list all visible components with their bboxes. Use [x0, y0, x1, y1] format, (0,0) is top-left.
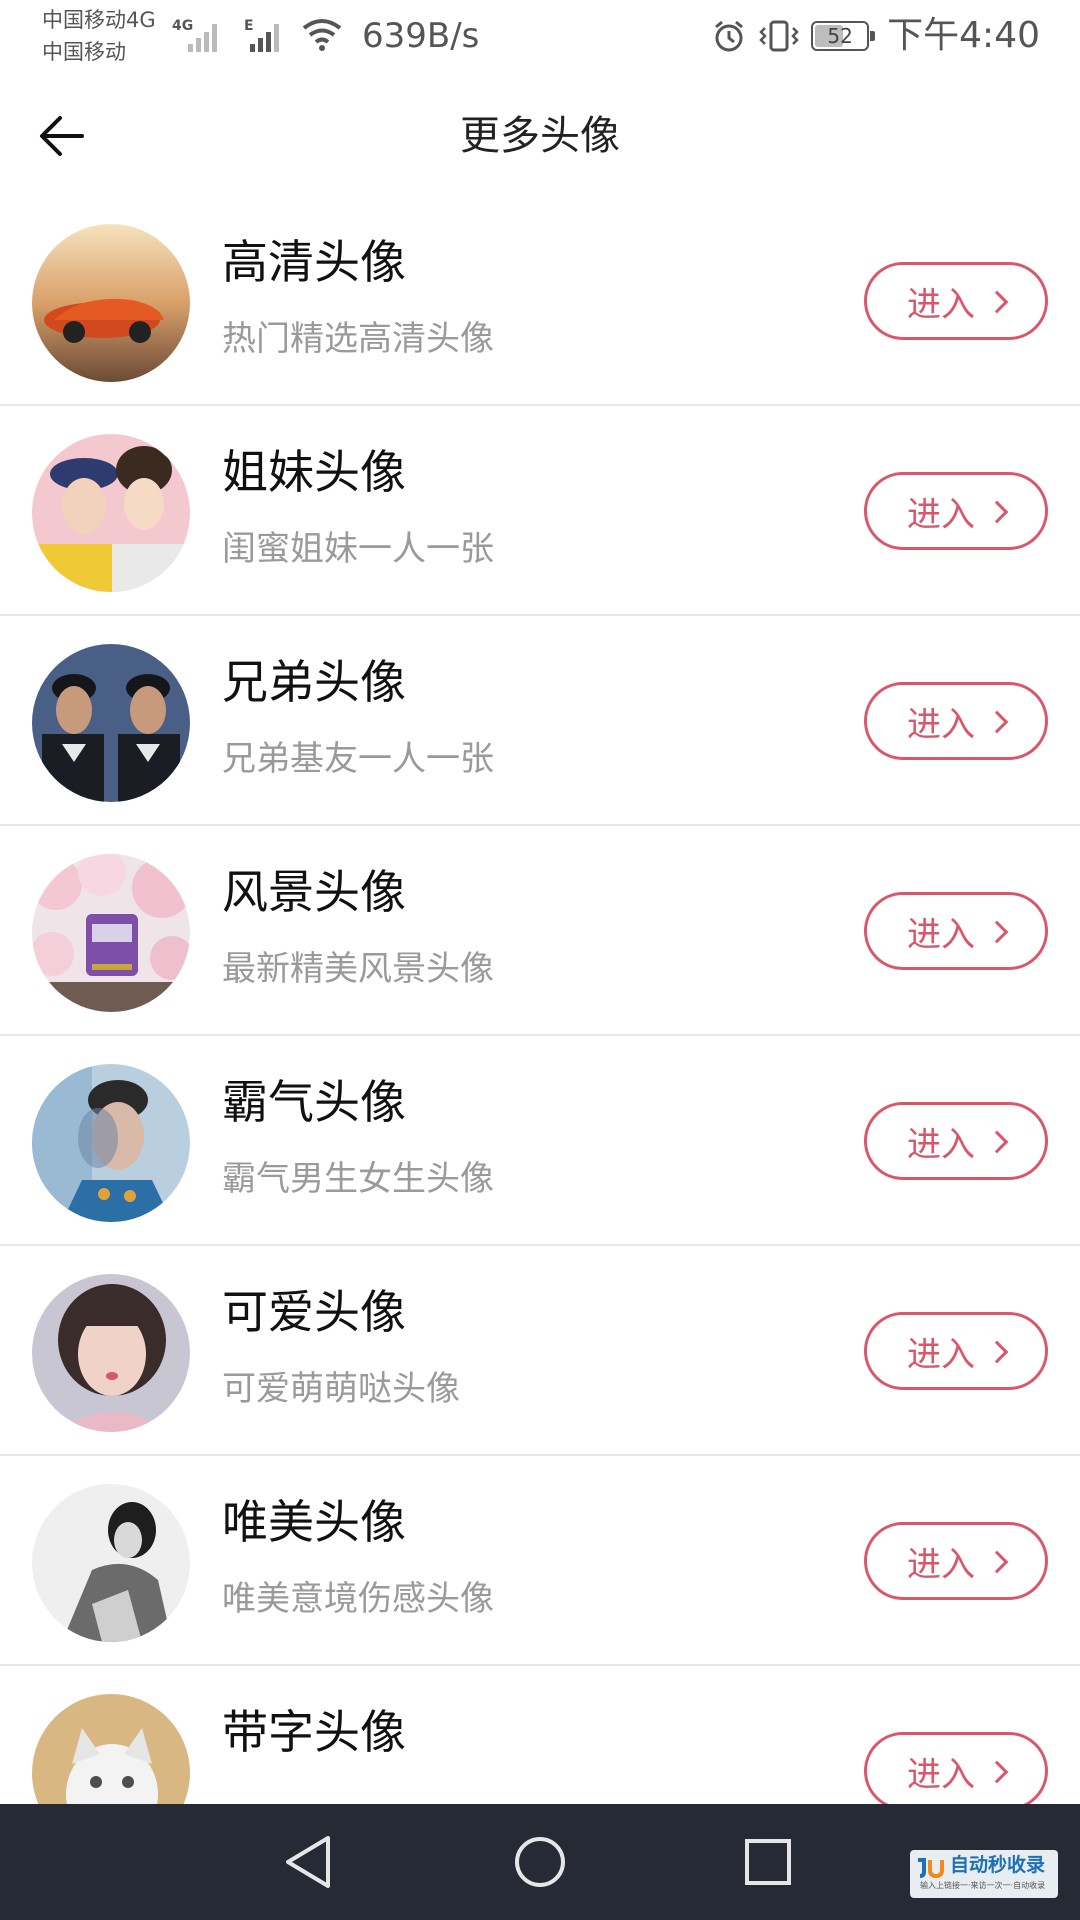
alarm-icon — [715, 20, 744, 52]
chevron-right-icon — [985, 1550, 1009, 1574]
enter-button[interactable]: 进入 — [864, 262, 1048, 340]
list-item[interactable]: 兄弟头像 兄弟基友一人一张 进入 — [0, 616, 1080, 826]
enter-button-label: 进入 — [907, 1334, 975, 1375]
status-right-group: 52 下午4:40 — [711, 14, 1040, 58]
item-subtitle: 热门精选高清头像 — [222, 319, 494, 359]
chevron-right-icon — [985, 1340, 1009, 1364]
item-subtitle: 霸气男生女生头像 — [222, 1159, 494, 1199]
carrier-label-primary: 中国移动4G — [42, 8, 156, 32]
enter-button[interactable]: 进入 — [864, 682, 1048, 760]
item-title: 兄弟头像 — [222, 655, 406, 709]
item-subtitle: 可爱萌萌哒头像 — [222, 1369, 460, 1409]
item-title: 姐妹头像 — [222, 445, 406, 499]
triangle-back-icon — [286, 1836, 330, 1888]
list-item[interactable]: 霸气头像 霸气男生女生头像 进入 — [0, 1036, 1080, 1246]
list-item[interactable]: 可爱头像 可爱萌萌哒头像 进入 — [0, 1246, 1080, 1456]
item-title: 高清头像 — [222, 235, 406, 289]
network-speed: 639B/s — [362, 16, 480, 56]
avatar-thumbnail — [32, 1064, 190, 1222]
nav-home-button[interactable] — [504, 1832, 576, 1892]
circle-home-icon — [515, 1837, 565, 1887]
watermark-text: 自动秒收录 — [950, 1854, 1046, 1876]
nav-recents-button[interactable] — [732, 1832, 804, 1892]
watermark-icon — [918, 1858, 944, 1879]
chevron-right-icon — [985, 500, 1009, 524]
item-title: 唯美头像 — [222, 1495, 406, 1549]
avatar-thumbnail — [32, 644, 190, 802]
item-subtitle: 闺蜜姐妹一人一张 — [222, 529, 494, 569]
watermark-subtext: 输入上链接一·来访一次一·自动收录 — [920, 1881, 1046, 1890]
avatar-thumbnail — [32, 434, 190, 592]
avatar-thumbnail — [32, 224, 190, 382]
carrier-label-secondary: 中国移动 — [42, 40, 126, 64]
enter-button[interactable]: 进入 — [864, 1522, 1048, 1600]
vibrate-icon — [759, 20, 799, 52]
list-item[interactable]: 高清头像 热门精选高清头像 进入 — [0, 196, 1080, 406]
item-title: 带字头像 — [222, 1705, 406, 1759]
app-bar: 更多头像 — [0, 76, 1080, 196]
enter-button[interactable]: 进入 — [864, 1102, 1048, 1180]
enter-button[interactable]: 进入 — [864, 1312, 1048, 1390]
chevron-right-icon — [985, 290, 1009, 314]
item-subtitle: 兄弟基友一人一张 — [222, 739, 494, 779]
battery-icon: 52 — [811, 21, 876, 51]
item-title: 风景头像 — [222, 865, 406, 919]
list-item[interactable]: 带字头像 进入 — [0, 1666, 1080, 1804]
avatar-category-list: 高清头像 热门精选高清头像 进入 姐妹头像 闺蜜姐妹一人一张 进入 兄弟头像 兄… — [0, 196, 1080, 1804]
page-title: 更多头像 — [460, 113, 620, 159]
status-bar: 中国移动4G 中国移动 4G E 639B/s 52 下午4:40 — [0, 0, 1080, 76]
nav-back-button[interactable] — [272, 1832, 344, 1892]
chevron-right-icon — [985, 1130, 1009, 1154]
square-recents-icon — [745, 1839, 791, 1885]
chevron-right-icon — [985, 1760, 1009, 1784]
signal-icons: 4G E — [172, 18, 342, 52]
enter-button[interactable]: 进入 — [864, 1732, 1048, 1804]
enter-button-label: 进入 — [907, 1124, 975, 1165]
avatar-thumbnail — [32, 1274, 190, 1432]
avatar-thumbnail — [32, 1694, 190, 1804]
enter-button-label: 进入 — [907, 494, 975, 535]
svg-text:E: E — [244, 18, 254, 34]
list-item[interactable]: 姐妹头像 闺蜜姐妹一人一张 进入 — [0, 406, 1080, 616]
status-time: 下午4:40 — [887, 15, 1040, 56]
enter-button-label: 进入 — [907, 284, 975, 325]
enter-button-label: 进入 — [907, 914, 975, 955]
battery-level: 52 — [827, 24, 853, 48]
svg-text:4G: 4G — [172, 18, 193, 34]
chevron-right-icon — [985, 920, 1009, 944]
item-title: 可爱头像 — [222, 1285, 406, 1339]
chevron-right-icon — [985, 710, 1009, 734]
item-subtitle: 最新精美风景头像 — [222, 949, 494, 989]
enter-button[interactable]: 进入 — [864, 892, 1048, 970]
enter-button-label: 进入 — [907, 1544, 975, 1585]
enter-button[interactable]: 进入 — [864, 472, 1048, 550]
avatar-thumbnail — [32, 854, 190, 1012]
item-title: 霸气头像 — [222, 1075, 406, 1129]
enter-button-label: 进入 — [907, 704, 975, 745]
enter-button-label: 进入 — [907, 1754, 975, 1795]
watermark-logo: 自动秒收录 输入上链接一·来访一次一·自动收录 — [910, 1850, 1058, 1898]
list-item[interactable]: 唯美头像 唯美意境伤感头像 进入 — [0, 1456, 1080, 1666]
item-subtitle: 唯美意境伤感头像 — [222, 1579, 494, 1619]
list-item[interactable]: 风景头像 最新精美风景头像 进入 — [0, 826, 1080, 1036]
avatar-thumbnail — [32, 1484, 190, 1642]
